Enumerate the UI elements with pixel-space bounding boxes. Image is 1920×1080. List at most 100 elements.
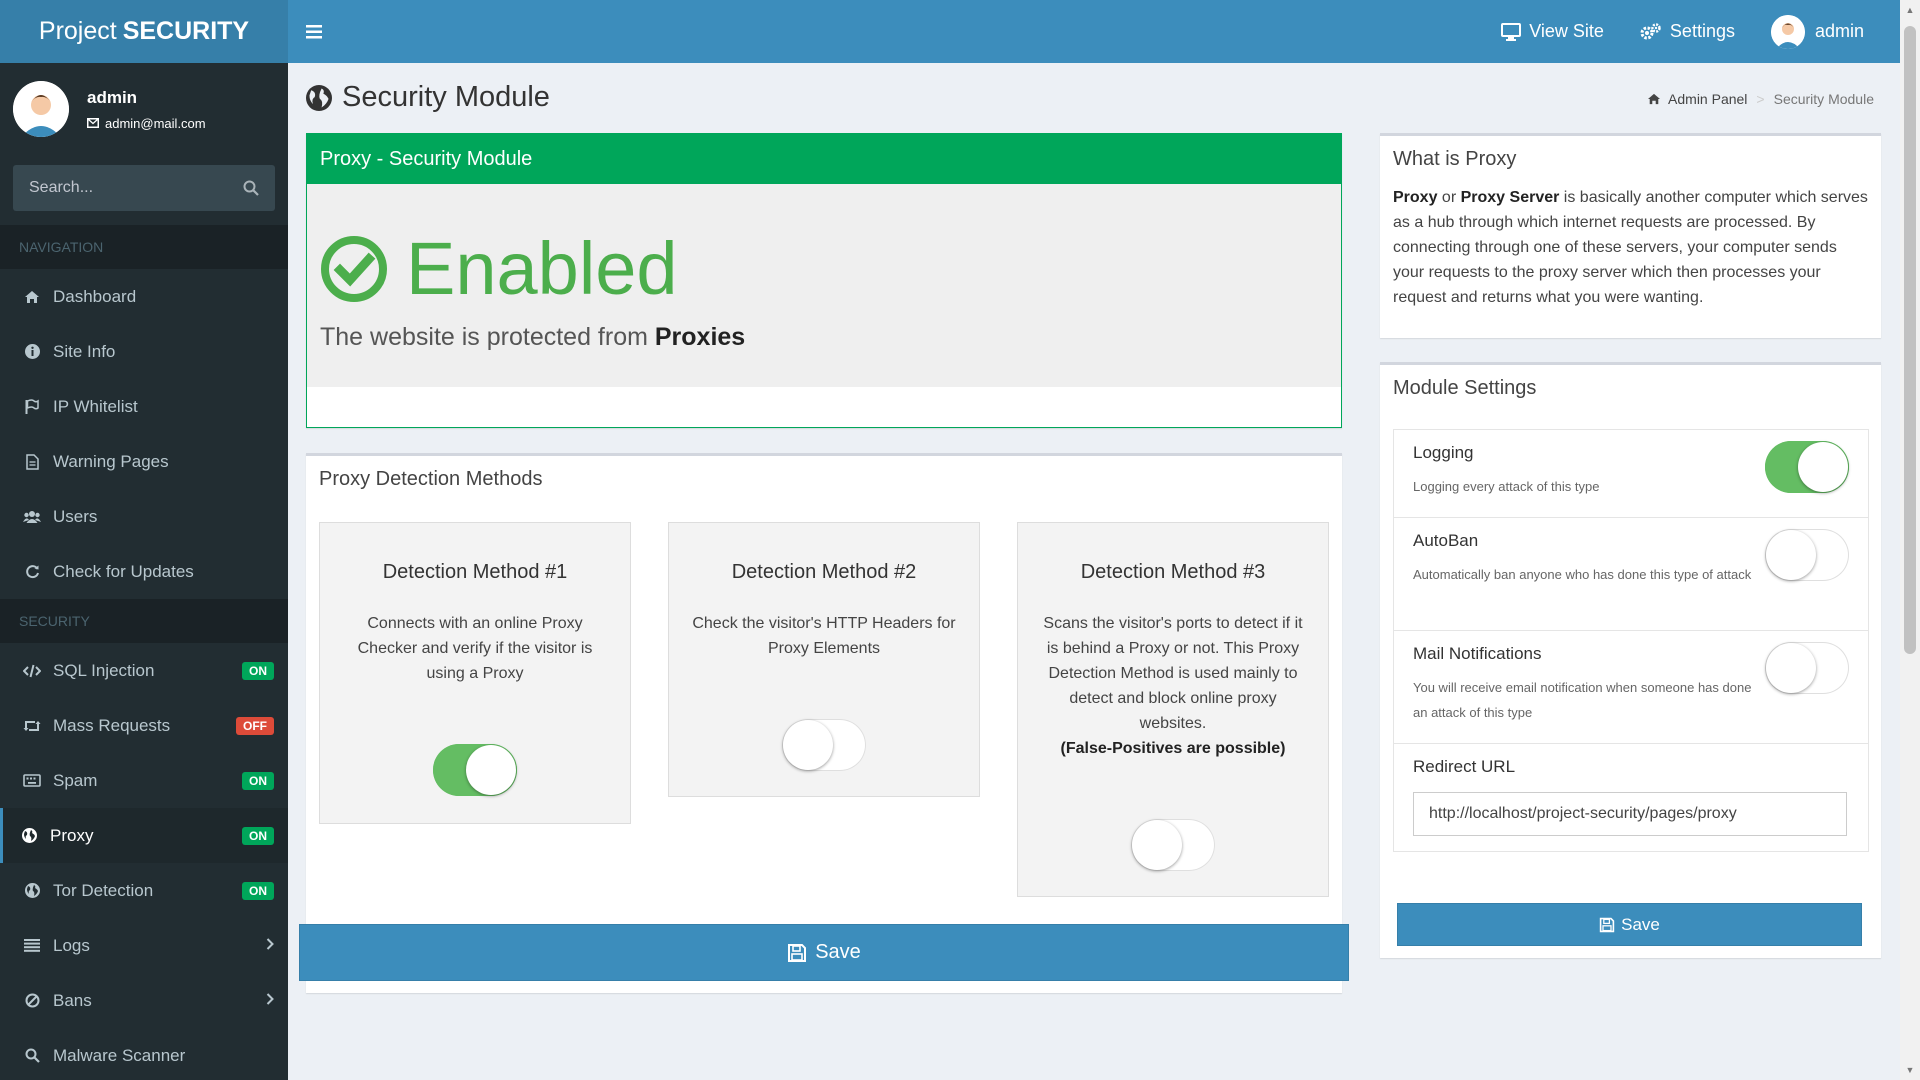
toggle-knob [1132, 820, 1182, 870]
save-detection-button[interactable]: Save [299, 924, 1349, 981]
toggle-knob [1766, 530, 1816, 580]
sidebar-item-label: Site Info [53, 341, 116, 361]
code-icon [23, 664, 41, 678]
sidebar-item-label: Warning Pages [53, 451, 169, 471]
save-settings-label: Save [1621, 914, 1660, 934]
toggle-knob [783, 720, 833, 770]
globe-icon [23, 883, 41, 898]
setting-description: You will receive email notification when… [1413, 680, 1752, 720]
sidebar-toggle-button[interactable] [288, 0, 340, 63]
sidebar-item-label: Spam [53, 770, 98, 790]
gears-icon [1640, 22, 1661, 39]
mail-notifications-toggle[interactable] [1765, 642, 1849, 694]
sidebar-item-label: Users [53, 506, 98, 526]
sidebar-item-tor-detection[interactable]: Tor Detection ON [0, 863, 288, 918]
detection-method-card-3: Detection Method #3 Scans the visitor's … [1017, 522, 1329, 897]
detection-method-title: Detection Method #2 [731, 561, 917, 583]
sidebar-item-proxy[interactable]: Proxy ON [0, 808, 288, 863]
logging-toggle[interactable] [1765, 441, 1849, 493]
user-menu[interactable]: admin [1753, 0, 1882, 63]
list-icon [23, 939, 41, 952]
detection-method-1-toggle[interactable] [433, 744, 517, 796]
page-scrollbar[interactable]: ▲ ▼ [1900, 0, 1920, 1080]
sidebar-item-label: Mass Requests [53, 715, 171, 735]
detection-method-2-toggle[interactable] [782, 719, 866, 771]
detection-method-title: Detection Method #3 [1080, 561, 1266, 583]
logo-text-light: Project [38, 17, 117, 45]
main-content: Security Module Admin Panel > Security M… [288, 63, 1900, 1080]
protection-message-target: Proxies [654, 323, 746, 351]
sidebar-search [13, 165, 275, 211]
sidebar-item-warning-pages[interactable]: Warning Pages [0, 434, 288, 489]
sidebar-item-dashboard[interactable]: Dashboard [0, 269, 288, 324]
users-icon [23, 510, 41, 524]
protection-message: The website is protected from Proxies [320, 323, 1341, 352]
term-proxy-server: Proxy Server [1460, 189, 1560, 206]
module-status-header: Proxy - Security Module [307, 134, 1341, 184]
module-settings-list: Logging Logging every attack of this typ… [1393, 429, 1869, 852]
save-detection-label: Save [815, 941, 861, 963]
detection-method-card-1: Detection Method #1 Connects with an onl… [319, 522, 631, 824]
top-user-name: admin [1814, 21, 1864, 41]
protection-message-prefix: The website is protected from [320, 323, 648, 351]
user-avatar-small [1770, 14, 1805, 49]
sidebar-item-label: Proxy [50, 825, 94, 845]
breadcrumb-separator: > [1756, 91, 1765, 107]
logo-text-bold: SECURITY [122, 17, 250, 45]
sidebar-user-name: admin [87, 87, 138, 107]
sidebar-user-email: admin@mail.com [105, 115, 206, 131]
page-title-text: Security Module [342, 81, 550, 113]
desktop-icon [1501, 22, 1522, 41]
detection-method-desc-text: Scans the visitor's ports to detect if i… [1043, 615, 1303, 732]
navbar-right: View Site Settings admin [1483, 0, 1900, 63]
sidebar-item-check-for-updates[interactable]: Check for Updates [0, 544, 288, 599]
breadcrumb-home-link[interactable]: Admin Panel [1668, 91, 1747, 107]
sidebar-item-ip-whitelist[interactable]: IP Whitelist [0, 379, 288, 434]
term-proxy: Proxy [1393, 189, 1438, 206]
scrollbar-thumb[interactable] [1904, 26, 1916, 654]
setting-row-mail-notifications: Mail Notifications You will receive emai… [1394, 631, 1868, 744]
redirect-url-input[interactable] [1413, 792, 1847, 836]
sidebar-item-sql-injection[interactable]: SQL Injection ON [0, 643, 288, 698]
detection-method-3-toggle[interactable] [1131, 819, 1215, 871]
module-settings-box: Module Settings Logging Logging every at… [1380, 362, 1881, 958]
view-site-link[interactable]: View Site [1483, 0, 1622, 63]
sidebar-item-spam[interactable]: Spam ON [0, 753, 288, 808]
search-input[interactable] [29, 179, 243, 197]
sidebar-item-label: Logs [53, 935, 90, 955]
save-settings-button[interactable]: Save [1397, 903, 1862, 946]
app-logo[interactable]: Project SECURITY [0, 0, 288, 63]
keyboard-icon [23, 774, 41, 787]
user-avatar [13, 81, 69, 137]
scroll-down-arrow-icon[interactable]: ▼ [1900, 1060, 1920, 1080]
globe-icon [306, 84, 332, 111]
home-icon [1648, 93, 1661, 105]
detection-methods-box: Proxy Detection Methods Detection Method… [299, 453, 1349, 993]
sidebar-item-label: Dashboard [53, 286, 137, 306]
sidebar-item-site-info[interactable]: Site Info [0, 324, 288, 379]
autoban-toggle[interactable] [1765, 529, 1849, 581]
ban-icon [23, 993, 41, 1008]
module-settings-title: Module Settings [1393, 377, 1537, 399]
detection-method-desc: Connects with an online Proxy Checker an… [357, 615, 593, 682]
sidebar-item-bans[interactable]: Bans [0, 973, 288, 1028]
nav-header-navigation: NAVIGATION [0, 225, 288, 269]
detection-method-title: Detection Method #1 [382, 561, 568, 583]
settings-link[interactable]: Settings [1622, 0, 1753, 63]
file-icon [23, 453, 41, 470]
sidebar-item-logs[interactable]: Logs [0, 918, 288, 973]
sidebar: admin admin@mail.com NAVIGATION Dashboar… [0, 63, 288, 1080]
term-or: or [1441, 189, 1457, 206]
scroll-up-arrow-icon[interactable]: ▲ [1900, 0, 1920, 20]
sidebar-item-users[interactable]: Users [0, 489, 288, 544]
what-is-proxy-text: Proxy or Proxy Server is basically anoth… [1380, 171, 1881, 310]
setting-label: Redirect URL [1413, 757, 1516, 776]
sidebar-item-mass-requests[interactable]: Mass Requests OFF [0, 698, 288, 753]
check-circle-icon [321, 235, 387, 302]
toggle-knob [466, 745, 516, 795]
search-icon[interactable] [243, 180, 259, 196]
info-icon [23, 344, 41, 359]
sidebar-item-label: Bans [53, 990, 92, 1010]
user-panel: admin admin@mail.com [0, 63, 288, 155]
sidebar-item-malware-scanner[interactable]: Malware Scanner [0, 1028, 288, 1080]
